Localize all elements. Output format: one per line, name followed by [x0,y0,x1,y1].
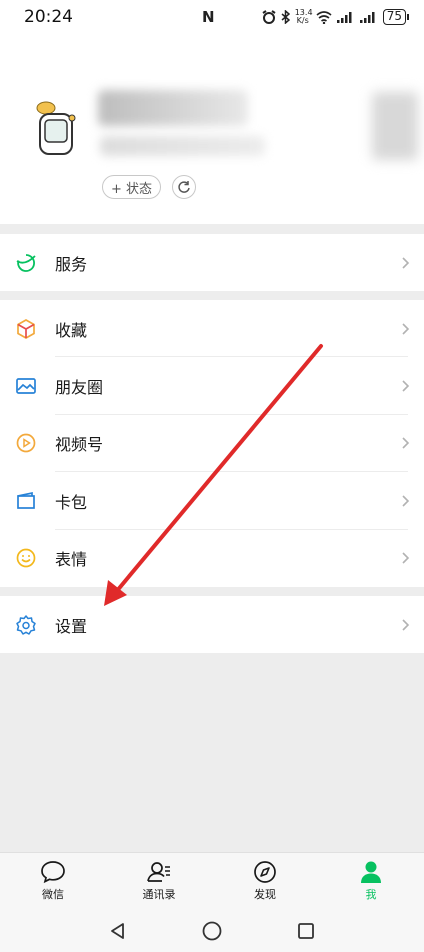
chat-bubble-icon [41,861,65,884]
contacts-icon [147,862,170,882]
tab-label-me: 我 [365,888,377,901]
chevron-right-icon [402,380,410,392]
back-button[interactable] [106,919,130,943]
menu-item-channels[interactable]: 视频号 [0,415,424,473]
menu-item-moments[interactable]: 朋友圈 [0,357,424,415]
network-speed: 13.4 K/s [295,9,313,25]
nfc-icon: N [202,8,215,26]
chevron-right-icon [402,619,410,631]
recents-square-icon [298,922,314,939]
image-icon [13,373,39,399]
status-time: 20:24 [24,7,73,27]
tab-contacts[interactable]: 通讯录 [106,853,212,909]
recents-button[interactable] [294,919,318,943]
menu-label-stickers: 表情 [55,550,88,570]
menu-label-favorites: 收藏 [55,320,88,340]
menu-item-favorites[interactable]: 收藏 [0,300,424,358]
add-status-button[interactable]: + 状态 [102,175,162,199]
bottom-tab-bar: 微信 通讯录 发现 我 [0,852,424,909]
qr-code-blurred[interactable] [372,92,418,160]
nickname-blurred [98,90,248,126]
chevron-right-icon [402,552,410,564]
menu-label-cards: 卡包 [55,492,88,512]
main-menu-group: 收藏 朋友圈 视频号 卡包 表情 [0,300,424,587]
gear-icon [13,612,39,638]
menu-item-stickers[interactable]: 表情 [0,530,424,587]
signal-icon-2 [359,12,375,23]
status-bar: 20:24 N 13.4 K/s 75 [0,0,424,34]
tab-chats[interactable]: 微信 [0,853,106,909]
home-button[interactable] [200,919,224,943]
play-circle-icon [13,430,39,456]
wechat-id-blurred [100,136,265,156]
system-nav-bar [0,909,424,952]
menu-label-settings: 设置 [55,616,88,636]
profile-header[interactable]: + 状态 [0,34,424,224]
refresh-icon [178,181,190,193]
menu-label-channels: 视频号 [55,435,104,455]
tab-discover[interactable]: 发现 [212,853,318,909]
network-speed-unit: K/s [296,16,309,25]
menu-label-service: 服务 [55,254,88,274]
status-icons: 13.4 K/s 75 [262,9,410,25]
menu-label-moments: 朋友圈 [55,378,104,398]
smiley-icon [13,545,39,571]
home-circle-icon [202,921,222,940]
tab-label-contacts: 通讯录 [142,888,176,901]
bluetooth-icon [281,10,290,24]
chevron-right-icon [402,323,410,335]
chevron-right-icon [402,257,410,269]
service-group: 服务 [0,234,424,292]
compass-icon [254,861,276,883]
menu-item-cards[interactable]: 卡包 [0,472,424,530]
add-status-label: + 状态 [111,181,153,197]
back-triangle-icon [111,922,124,939]
wallet-icon [13,488,39,514]
menu-item-service[interactable]: 服务 [0,234,424,291]
wifi-icon [316,10,332,24]
signal-icon [336,12,352,23]
cube-icon [13,316,39,342]
chevron-right-icon [402,437,410,450]
avatar[interactable] [28,96,84,158]
tab-label-discover: 发现 [254,888,276,901]
alarm-icon [262,10,276,24]
menu-item-settings[interactable]: 设置 [0,596,424,653]
service-icon [13,250,39,276]
status-refresh-button[interactable] [172,175,196,199]
battery-icon: 75 [382,9,410,25]
person-icon [361,861,381,883]
chevron-right-icon [402,495,410,507]
tab-label-chats: 微信 [42,888,64,901]
tab-me[interactable]: 我 [318,853,424,909]
settings-group: 设置 [0,596,424,654]
